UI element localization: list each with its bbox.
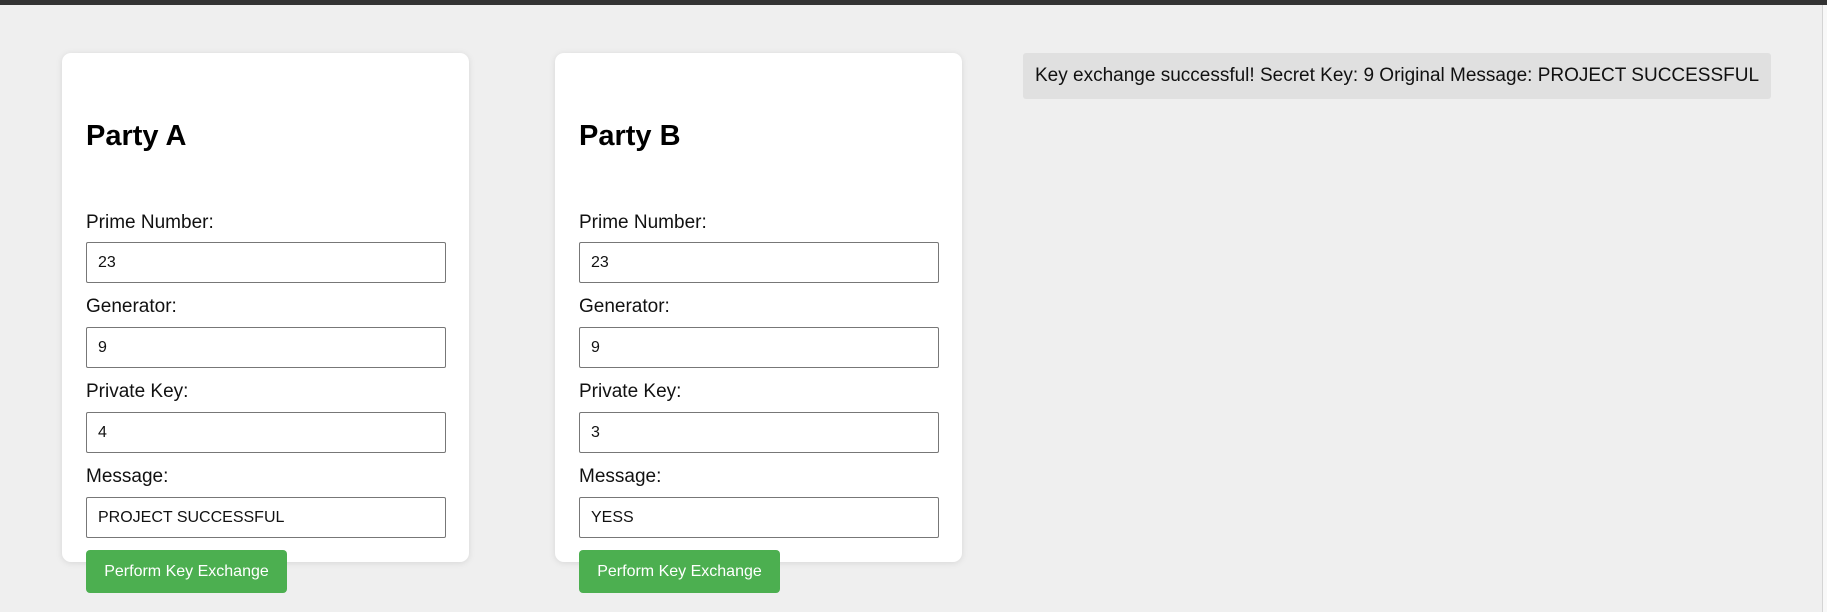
- party-a-message-label: Message:: [86, 466, 169, 487]
- party-a-generator-input[interactable]: [86, 327, 446, 368]
- party-b-private-key-label: Private Key:: [579, 381, 682, 402]
- party-b-card: Party B Prime Number: Generator: Private…: [555, 53, 962, 593]
- result-message: Key exchange successful! Secret Key: 9 O…: [1023, 53, 1772, 99]
- scrollbar-edge[interactable]: [1822, 5, 1827, 612]
- party-a-key-exchange-button[interactable]: Perform Key Exchange: [86, 550, 287, 593]
- party-b-prime-label: Prime Number:: [579, 212, 707, 233]
- party-b-message-input[interactable]: [579, 497, 939, 538]
- party-a-message-input[interactable]: [86, 497, 446, 538]
- party-b-generator-label: Generator:: [579, 296, 670, 317]
- party-b-private-key-input[interactable]: [579, 412, 939, 453]
- party-a-private-key-label: Private Key:: [86, 381, 189, 402]
- party-a-generator-label: Generator:: [86, 296, 177, 317]
- party-b-generator-input[interactable]: [579, 327, 939, 368]
- party-a-prime-label: Prime Number:: [86, 212, 214, 233]
- party-a-title: Party A: [86, 120, 187, 152]
- party-b-key-exchange-button[interactable]: Perform Key Exchange: [579, 550, 780, 593]
- party-a-private-key-input[interactable]: [86, 412, 446, 453]
- window-top-bar: [0, 0, 1827, 5]
- party-b-title: Party B: [579, 120, 681, 152]
- party-b-message-label: Message:: [579, 466, 662, 487]
- party-a-card: Party A Prime Number: Generator: Private…: [62, 53, 469, 593]
- party-a-prime-input[interactable]: [86, 242, 446, 283]
- result-message-text: Key exchange successful! Secret Key: 9 O…: [1035, 65, 1760, 86]
- party-b-prime-input[interactable]: [579, 242, 939, 283]
